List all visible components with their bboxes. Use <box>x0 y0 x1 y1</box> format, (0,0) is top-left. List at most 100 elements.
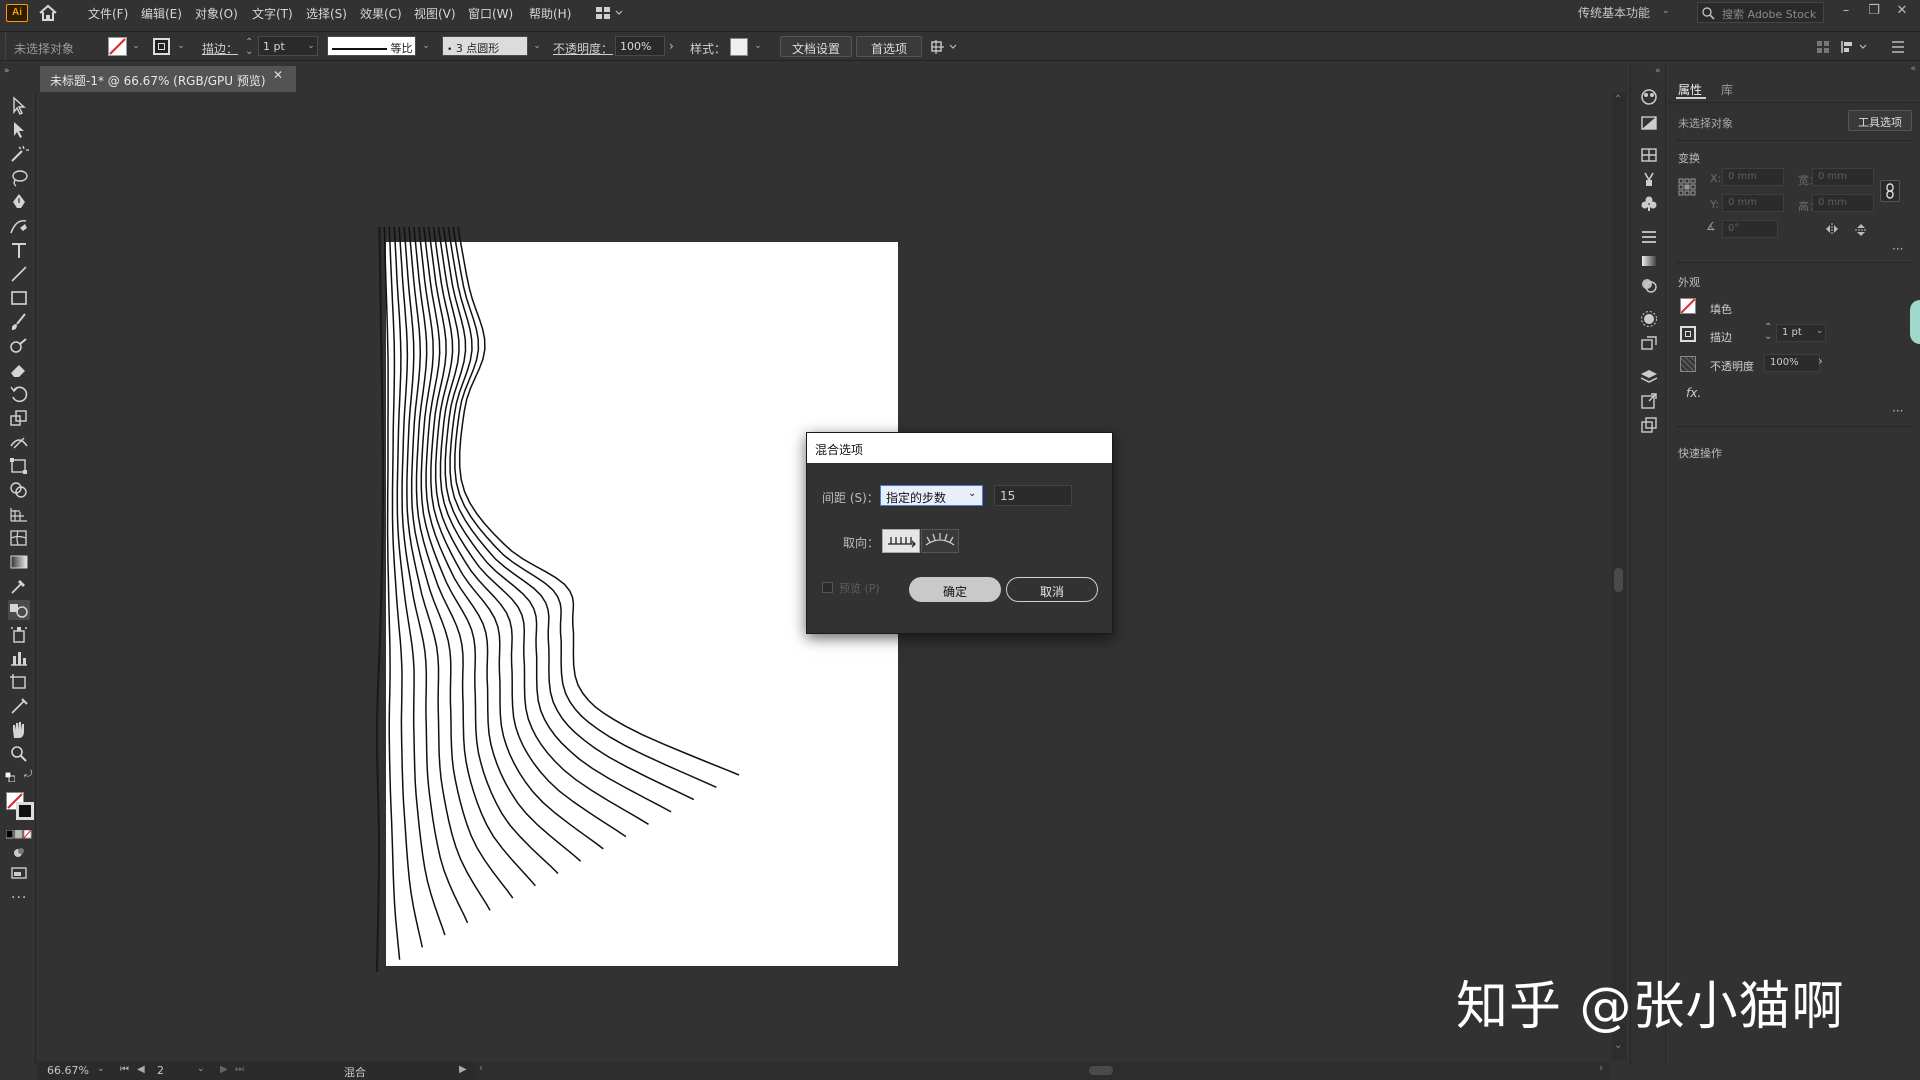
paintbrush-tool-icon[interactable] <box>8 312 30 332</box>
menu-file[interactable]: 文件(F) <box>88 5 128 22</box>
ok-button[interactable]: 确定 <box>909 577 1001 602</box>
appearance-stroke-chevron-icon[interactable]: ⌄ <box>1816 326 1824 336</box>
workspace-switcher[interactable]: 传统基本功能 <box>1578 4 1650 21</box>
distribute-icon[interactable] <box>1840 39 1870 55</box>
shape-builder-tool-icon[interactable] <box>8 480 30 500</box>
spacing-dropdown[interactable]: 指定的步数 ⌄ <box>880 485 983 506</box>
scroll-right-icon[interactable]: › <box>1599 1063 1603 1074</box>
height-field[interactable]: 0 mm <box>1812 194 1874 212</box>
arrange-icon[interactable] <box>930 39 960 55</box>
align-icon[interactable] <box>1815 39 1831 55</box>
align-to-path-icon[interactable] <box>921 529 959 553</box>
appearance-opacity-arrow-icon[interactable]: › <box>1818 354 1823 368</box>
screen-mode-icon[interactable] <box>10 866 28 880</box>
restore-button[interactable]: ❐ <box>1861 3 1887 21</box>
artboards-icon[interactable] <box>1639 416 1659 434</box>
home-icon[interactable] <box>36 3 60 23</box>
status-menu-arrow-icon[interactable]: ▶ <box>459 1064 467 1075</box>
scroll-left-icon[interactable]: ‹ <box>479 1063 483 1074</box>
fx-button[interactable]: fx. <box>1686 386 1701 400</box>
menu-effect[interactable]: 效果(C) <box>360 5 402 22</box>
stroke-weight-chevron-icon[interactable]: ⌄ <box>305 41 317 53</box>
default-colors-icon[interactable] <box>4 771 16 783</box>
eyedropper-tool-icon[interactable] <box>8 576 30 596</box>
perspective-grid-tool-icon[interactable] <box>8 504 30 524</box>
toolbar-stroke-swatch[interactable] <box>16 802 34 820</box>
transform-more-icon[interactable]: ··· <box>1892 242 1903 256</box>
menu-type[interactable]: 文字(T) <box>252 5 293 22</box>
stock-search-input[interactable]: 搜索 Adobe Stock <box>1697 2 1824 23</box>
brush-definition[interactable]: • 3 点圆形 <box>442 36 528 56</box>
hand-tool-icon[interactable] <box>8 720 30 740</box>
shaper-tool-icon[interactable] <box>8 336 30 356</box>
stroke-stepper-icon[interactable]: ⌃ ⌄ <box>245 38 253 57</box>
color-guide-icon[interactable] <box>1639 88 1659 106</box>
reference-point-icon[interactable] <box>1678 178 1696 196</box>
scale-tool-icon[interactable] <box>8 408 30 428</box>
h-scroll-thumb[interactable] <box>1089 1066 1113 1075</box>
side-handle[interactable] <box>1910 300 1920 344</box>
canvas-vertical-scrollbar[interactable]: ⌃ ⌄ <box>1612 92 1626 1060</box>
last-artboard-icon[interactable]: ⏭ <box>235 1064 244 1075</box>
color-icon[interactable] <box>1639 114 1659 132</box>
control-bar-menu-icon[interactable] <box>1890 38 1906 56</box>
curvature-tool-icon[interactable] <box>8 216 30 236</box>
pen-tool-icon[interactable] <box>8 192 30 212</box>
flip-vertical-icon[interactable] <box>1854 222 1868 238</box>
canvas-horizontal-scrollbar[interactable]: ‹ › <box>475 1062 1610 1080</box>
tool-options-button[interactable]: 工具选项 <box>1848 110 1912 131</box>
menu-window[interactable]: 窗口(W) <box>468 5 513 22</box>
stroke-chevron-icon[interactable]: ⌄ <box>175 41 187 53</box>
minimize-button[interactable]: – <box>1833 3 1859 21</box>
symbols-icon[interactable] <box>1639 194 1659 212</box>
document-tab[interactable]: 未标题-1* @ 66.67% (RGB/GPU 预览) <box>40 66 296 92</box>
document-setup-button[interactable]: 文档设置 <box>780 36 852 57</box>
flip-horizontal-icon[interactable] <box>1824 222 1840 236</box>
variable-width-profile[interactable]: 等比 <box>327 36 416 56</box>
profile-chevron-icon[interactable]: ⌄ <box>420 41 432 53</box>
mesh-tool-icon[interactable] <box>8 528 30 548</box>
width-field[interactable]: 0 mm <box>1812 168 1874 186</box>
constrain-proportions-icon[interactable] <box>1880 180 1900 202</box>
stroke-panel-icon[interactable] <box>1639 228 1659 246</box>
opacity-arrow-icon[interactable]: › <box>669 39 674 53</box>
swap-colors-icon[interactable]: ⤾ <box>24 770 34 780</box>
layers-icon[interactable] <box>1639 368 1659 386</box>
scroll-thumb[interactable] <box>1614 568 1623 592</box>
opacity-field[interactable]: 100% <box>615 36 665 56</box>
dock-collapse-icon[interactable]: « <box>1655 66 1661 76</box>
style-chevron-icon[interactable]: ⌄ <box>752 41 764 53</box>
free-transform-tool-icon[interactable] <box>8 456 30 476</box>
appearance-stroke-swatch[interactable] <box>1680 326 1696 342</box>
drawing-modes-icon[interactable] <box>11 847 25 859</box>
swatches-icon[interactable] <box>1639 146 1659 164</box>
zoom-chevron-icon[interactable]: ⌄ <box>97 1064 105 1074</box>
magic-wand-tool-icon[interactable] <box>8 144 30 164</box>
fill-none-swatch-icon[interactable] <box>108 37 127 56</box>
artboard-number[interactable]: 2 <box>157 1064 164 1077</box>
stroke-swatch-icon[interactable] <box>153 38 170 55</box>
artboard-tool-icon[interactable] <box>8 672 30 692</box>
transparency-icon[interactable] <box>1639 276 1659 294</box>
tab-properties[interactable]: 属性 <box>1678 81 1702 98</box>
menu-edit[interactable]: 编辑(E) <box>141 5 182 22</box>
menu-select[interactable]: 选择(S) <box>306 5 347 22</box>
rotation-field[interactable]: 0° <box>1722 220 1778 238</box>
menu-help[interactable]: 帮助(H) <box>529 5 571 22</box>
brushes-icon[interactable] <box>1639 170 1659 188</box>
eraser-tool-icon[interactable] <box>8 360 30 380</box>
rectangle-tool-icon[interactable] <box>8 288 30 308</box>
workspace-chevron-icon[interactable]: ⌄ <box>1662 6 1670 16</box>
slice-tool-icon[interactable] <box>8 696 30 716</box>
tabbar-collapse-icon[interactable]: » <box>4 66 10 76</box>
zoom-tool-icon[interactable] <box>8 744 30 764</box>
first-artboard-icon[interactable]: ⏮ <box>120 1064 129 1075</box>
x-field[interactable]: 0 mm <box>1722 168 1784 186</box>
type-tool-icon[interactable] <box>8 240 30 260</box>
align-to-page-icon[interactable] <box>882 529 920 553</box>
export-asset-icon[interactable] <box>1639 392 1659 410</box>
zoom-level[interactable]: 66.67% <box>47 1064 89 1077</box>
graphic-styles-icon[interactable] <box>1639 334 1659 352</box>
close-window-button[interactable]: ✕ <box>1889 3 1915 21</box>
cancel-button[interactable]: 取消 <box>1006 577 1098 602</box>
